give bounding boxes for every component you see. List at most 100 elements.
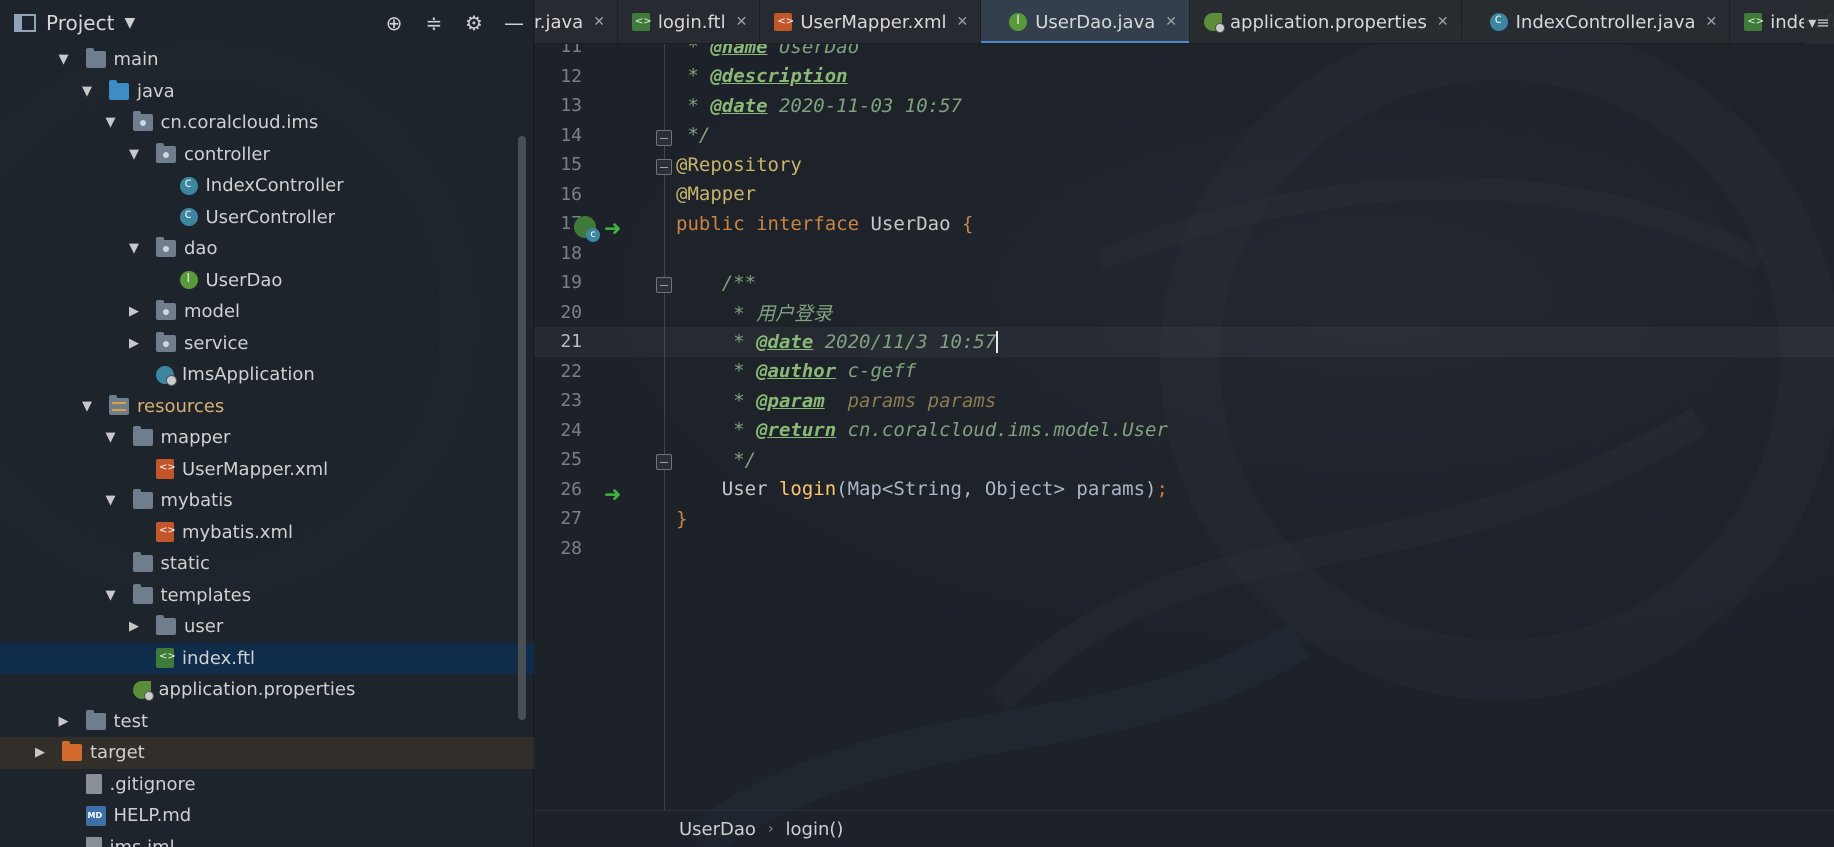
tab-label: UserDao.java xyxy=(1035,11,1156,33)
code-editor[interactable]: 11 * @name UserDao 12 * @description 13 * … xyxy=(534,44,1834,810)
tree-item-dao[interactable]: ▼ dao xyxy=(0,233,520,265)
tab-indexcontroller-java[interactable]: IndexController.java ✕ xyxy=(1462,0,1731,43)
fold-marker-icon[interactable] xyxy=(656,454,672,470)
tree-item-model[interactable]: ▶ model xyxy=(0,296,520,328)
fold-marker-icon[interactable] xyxy=(656,159,672,175)
code-token: params params xyxy=(824,389,997,412)
tree-item-templates[interactable]: ▼ templates xyxy=(0,580,520,612)
code-line[interactable]: 27} xyxy=(534,504,1834,534)
hide-panel-button[interactable]: — xyxy=(494,0,534,46)
tab-usermapper-xml[interactable]: UserMapper.xml ✕ xyxy=(760,0,982,43)
tab-r-java[interactable]: r.java ✕ xyxy=(534,0,618,43)
code-line[interactable]: 16 @Mapper xyxy=(534,180,1834,210)
code-line[interactable]: 17➜public interface UserDao { xyxy=(534,209,1834,245)
code-line[interactable]: 20 * 用户登录 xyxy=(534,298,1834,328)
code-line[interactable]: 15 @Repository xyxy=(534,150,1834,180)
tab-application-properties[interactable]: application.properties ✕ xyxy=(1190,0,1462,43)
chevron-down-icon[interactable]: ▼ xyxy=(126,241,142,256)
tree-item-main[interactable]: ▼ main xyxy=(0,44,520,76)
spring-bean-icon[interactable] xyxy=(574,216,600,242)
tree-item-application-properties[interactable]: ▶application.properties xyxy=(0,674,520,706)
code-text: } xyxy=(676,508,687,530)
chevron-down-icon[interactable]: ▼ xyxy=(79,84,95,99)
code-token: 2020/11/3 10:57 xyxy=(813,330,997,353)
chevron-right-icon[interactable]: ▶ xyxy=(126,304,142,319)
code-line[interactable]: 18 xyxy=(534,239,1834,269)
tree-item-usermapper-xml[interactable]: ▶UserMapper.xml xyxy=(0,454,520,486)
tree-item-java[interactable]: ▼ java xyxy=(0,76,520,108)
tree-item-imsapplication[interactable]: ▶ImsApplication xyxy=(0,359,520,391)
code-line[interactable]: 26 ➜ User login(Map<String, Object> param… xyxy=(534,475,1834,511)
chevron-down-icon[interactable]: ▼ xyxy=(126,147,142,162)
chevron-down-icon[interactable]: ▼ xyxy=(56,52,72,67)
chevron-right-icon[interactable]: ▶ xyxy=(56,714,72,729)
tree-item-controller[interactable]: ▼ controller xyxy=(0,139,520,171)
tree-item-ims-iml[interactable]: ▶ims.iml xyxy=(0,832,520,847)
tree-item-label: UserDao xyxy=(205,269,283,291)
line-number: 27 xyxy=(560,508,582,530)
chevron-down-icon[interactable]: ▼ xyxy=(103,493,119,508)
tree-item-userdao[interactable]: ▶UserDao xyxy=(0,265,520,297)
text-file-icon xyxy=(85,774,102,795)
code-line[interactable]: 28 xyxy=(534,534,1834,564)
chevron-right-icon[interactable]: ▶ xyxy=(126,619,142,634)
tree-item-user[interactable]: ▶ user xyxy=(0,611,520,643)
code-token: * xyxy=(676,44,711,58)
settings-button[interactable]: ⚙ xyxy=(454,0,494,46)
breadcrumb-item[interactable]: UserDao xyxy=(679,819,756,840)
locate-file-button[interactable]: ⊕ xyxy=(374,0,414,46)
project-view-selector[interactable]: Project ▼ xyxy=(14,11,135,35)
tree-item-help-md[interactable]: ▶HELP.md xyxy=(0,800,520,832)
tab-label: UserMapper.xml xyxy=(800,11,947,33)
tree-item-cn-coralcloud-ims[interactable]: ▼ cn.coralcloud.ims xyxy=(0,107,520,139)
chevron-down-icon[interactable]: ▼ xyxy=(103,588,119,603)
tree-item-static[interactable]: ▶static xyxy=(0,548,520,580)
tree-item-mapper[interactable]: ▼ mapper xyxy=(0,422,520,454)
close-icon[interactable]: ✕ xyxy=(1165,14,1177,30)
tab-userdao-java[interactable]: UserDao.java ✕ xyxy=(981,0,1191,43)
interface-icon xyxy=(1009,13,1028,31)
tree-item-label: mapper xyxy=(160,427,231,449)
chevron-down-icon[interactable]: ▼ xyxy=(103,115,119,130)
fold-marker-icon[interactable] xyxy=(656,129,672,146)
tree-item-test[interactable]: ▶ test xyxy=(0,706,520,738)
close-icon[interactable]: ✕ xyxy=(1437,14,1449,30)
chevron-right-icon[interactable]: ▶ xyxy=(32,745,48,760)
tree-item-mybatis-xml[interactable]: ▶mybatis.xml xyxy=(0,517,520,549)
close-icon[interactable]: ✕ xyxy=(593,14,605,30)
tree-item-usercontroller[interactable]: ▶UserController xyxy=(0,202,520,234)
code-line[interactable]: 22 * @author c-geff xyxy=(534,357,1834,387)
code-line[interactable]: 12 * @description xyxy=(534,62,1834,92)
line-number: 28 xyxy=(560,537,582,559)
tree-item-mybatis[interactable]: ▼ mybatis xyxy=(0,485,520,517)
code-line[interactable]: 24 * @return cn.coralcloud.ims.model.Use… xyxy=(534,416,1834,446)
code-line[interactable]: 21 * @date 2020/11/3 10:57 xyxy=(534,327,1834,357)
tree-item-gitignore[interactable]: ▶.gitignore xyxy=(0,769,520,801)
chevron-right-icon[interactable]: ▶ xyxy=(126,336,142,351)
chevron-down-icon[interactable]: ▼ xyxy=(103,430,119,445)
code-line[interactable]: 25 */ xyxy=(534,445,1834,475)
code-token: UserDao xyxy=(767,44,860,58)
code-line[interactable]: 13 * @date 2020-11-03 10:57 xyxy=(534,91,1834,121)
tab-login-ftl[interactable]: login.ftl ✕ xyxy=(618,0,761,43)
tab-list-menu-button[interactable]: ▾≡ xyxy=(1804,0,1834,44)
tree-item-resources[interactable]: ▼ resources xyxy=(0,391,520,423)
fold-marker-icon[interactable] xyxy=(656,277,672,293)
tree-scrollbar[interactable] xyxy=(518,136,526,720)
chevron-down-icon[interactable]: ▼ xyxy=(79,399,95,414)
collapse-all-button[interactable]: ≑ xyxy=(414,0,454,46)
tree-item-index-ftl[interactable]: ▶index.ftl xyxy=(0,642,534,674)
breadcrumb-item[interactable]: login() xyxy=(786,819,844,840)
close-icon[interactable]: ✕ xyxy=(1706,14,1718,30)
code-token: @Repository xyxy=(676,153,802,176)
code-line[interactable]: 11 * @name UserDao xyxy=(534,44,1834,62)
code-line[interactable]: 19 /** xyxy=(534,268,1834,298)
close-icon[interactable]: ✕ xyxy=(736,14,748,30)
code-token: @name xyxy=(710,44,768,58)
tree-item-service[interactable]: ▶ service xyxy=(0,328,520,360)
tree-item-indexcontroller[interactable]: ▶IndexController xyxy=(0,170,520,202)
code-line[interactable]: 23 * @param params params xyxy=(534,386,1834,416)
code-line[interactable]: 14 */ xyxy=(534,121,1834,151)
close-icon[interactable]: ✕ xyxy=(956,14,968,30)
tree-item-target[interactable]: ▶ target xyxy=(0,737,534,769)
